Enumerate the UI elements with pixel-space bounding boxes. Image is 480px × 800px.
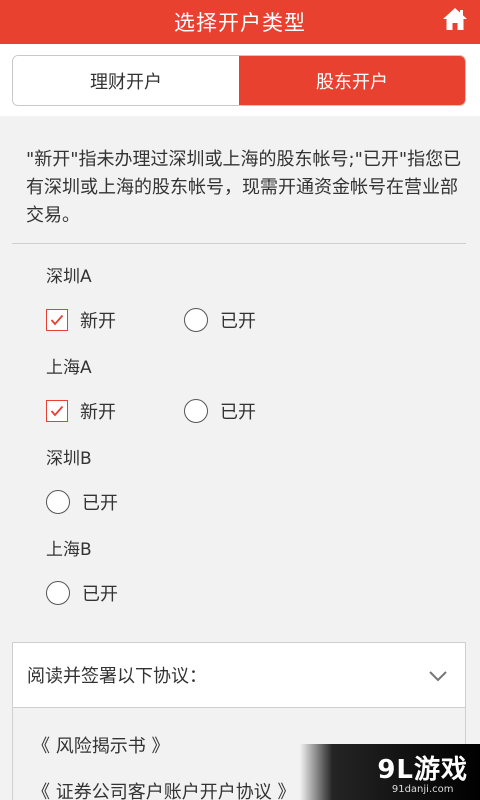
- option-label: 新开: [80, 311, 116, 332]
- watermark-logo-text: 9L游戏: [377, 755, 468, 785]
- checkbox-checked-icon[interactable]: [46, 309, 68, 331]
- agreement-title: 阅读并签署以下协议：: [27, 666, 207, 687]
- top-bar: 选择开户类型: [0, 0, 480, 44]
- radio-icon[interactable]: [46, 490, 70, 514]
- agreement-link-account-agreement[interactable]: 《 证券公司客户账户开户协议 》: [32, 778, 295, 800]
- option-label: 新开: [80, 402, 116, 423]
- agreement-accordion-header[interactable]: 阅读并签署以下协议：: [12, 642, 466, 708]
- option-shanghai-a-existing[interactable]: 已开: [184, 398, 256, 424]
- checkbox-checked-icon[interactable]: [46, 400, 68, 422]
- option-shanghai-a-new[interactable]: 新开: [46, 398, 116, 424]
- option-label: 已开: [82, 493, 118, 514]
- option-shenzhen-a-existing[interactable]: 已开: [184, 307, 256, 333]
- radio-icon[interactable]: [46, 581, 70, 605]
- option-shenzhen-b-existing[interactable]: 已开: [46, 489, 118, 515]
- option-shanghai-b-existing[interactable]: 已开: [46, 580, 118, 606]
- group-label-shenzhen-a: 深圳A: [46, 267, 92, 287]
- description-text: "新开"指未办理过深圳或上海的股东帐号;"已开"指您已有深圳或上海的股东帐号，现…: [26, 149, 462, 226]
- radio-icon[interactable]: [184, 308, 208, 332]
- tab-bar: 理财开户 股东开户: [0, 44, 480, 116]
- tab-shareholder-account[interactable]: 股东开户: [239, 56, 465, 105]
- radio-icon[interactable]: [184, 399, 208, 423]
- tab-wealth-account[interactable]: 理财开户: [13, 56, 239, 105]
- home-button[interactable]: [440, 4, 470, 34]
- agreement-link-risk-disclosure[interactable]: 《 风险揭示书 》: [32, 732, 169, 758]
- group-label-shanghai-b: 上海B: [46, 540, 92, 560]
- option-shenzhen-a-new[interactable]: 新开: [46, 307, 116, 333]
- option-label: 已开: [82, 584, 118, 605]
- group-label-shanghai-a: 上海A: [46, 358, 92, 378]
- option-label: 已开: [220, 402, 256, 423]
- divider: [12, 243, 466, 244]
- page-title: 选择开户类型: [174, 11, 306, 35]
- option-label: 已开: [220, 311, 256, 332]
- chevron-down-icon: [429, 671, 447, 682]
- watermark: 9L游戏 91danji.com: [300, 744, 480, 800]
- group-label-shenzhen-b: 深圳B: [46, 449, 92, 469]
- account-type-tabs: 理财开户 股东开户: [12, 55, 466, 106]
- home-icon: [443, 8, 467, 30]
- watermark-url: 91danji.com: [391, 784, 454, 795]
